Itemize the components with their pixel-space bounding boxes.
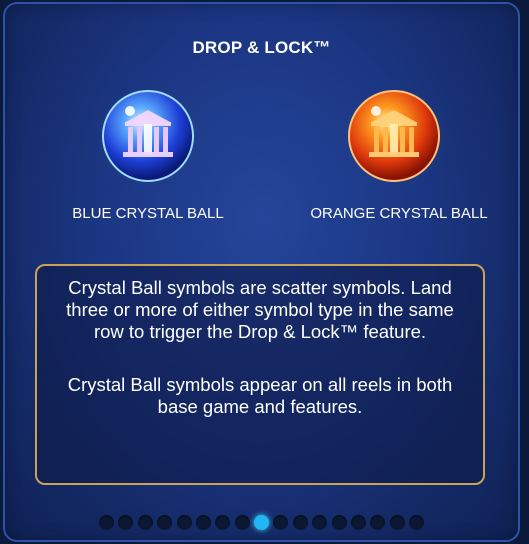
description-paragraph: Crystal Ball symbols are scatter symbols… — [66, 277, 454, 342]
page-dot[interactable] — [331, 515, 347, 530]
page-dot[interactable] — [350, 515, 366, 530]
orange-crystal-ball-icon — [334, 84, 454, 188]
orange-crystal-ball-label: ORANGE CRYSTAL BALL — [310, 205, 488, 222]
page-dot[interactable] — [234, 515, 250, 530]
page-dot[interactable] — [273, 515, 289, 530]
page-dot[interactable] — [215, 515, 231, 530]
page-title: DROP & LOCK™ — [192, 38, 331, 57]
page-dot[interactable] — [292, 515, 308, 530]
page-indicator — [3, 515, 520, 537]
paytable-panel: DROP & LOCK™ BLUE CRYSTAL BALL ORANGE CR… — [3, 2, 520, 542]
page-dot[interactable] — [137, 515, 153, 530]
page-dot[interactable] — [389, 515, 405, 530]
page-dot[interactable] — [370, 515, 386, 530]
page-dot[interactable] — [195, 515, 211, 530]
page-dot[interactable] — [118, 515, 134, 530]
page-dot[interactable] — [176, 515, 192, 530]
page-dot-active[interactable] — [254, 515, 269, 530]
blue-crystal-ball-icon — [88, 84, 208, 188]
blue-crystal-ball-label: BLUE CRYSTAL BALL — [72, 205, 224, 222]
description-box: Crystal Ball symbols are scatter symbols… — [35, 264, 485, 485]
page-dot[interactable] — [99, 515, 114, 530]
page-dot[interactable] — [312, 515, 328, 530]
page-dot[interactable] — [409, 515, 424, 530]
page-dot[interactable] — [157, 515, 173, 530]
description-paragraph: Crystal Ball symbols appear on all reels… — [67, 374, 453, 417]
